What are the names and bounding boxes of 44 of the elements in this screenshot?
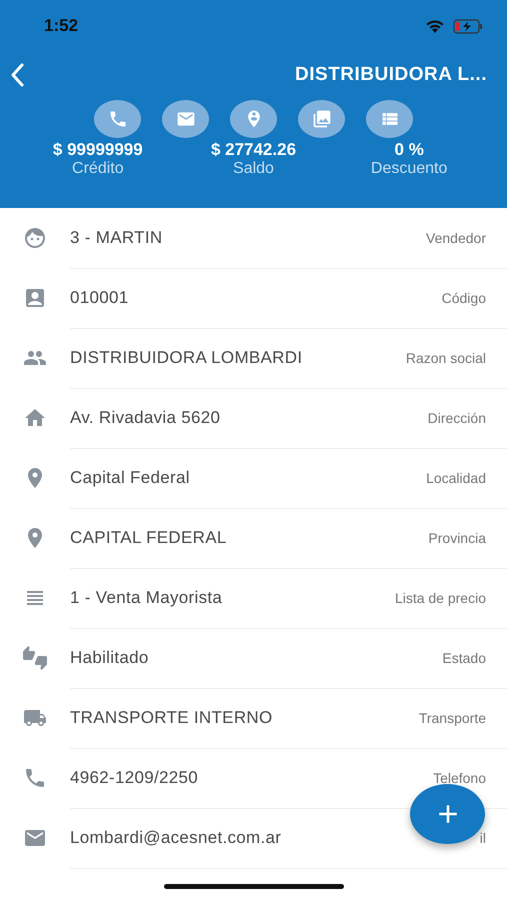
- wifi-icon: [425, 18, 445, 34]
- field-value: TRANSPORTE INTERNO: [70, 708, 272, 728]
- field-label: Localidad: [426, 470, 486, 486]
- field-value: Av. Rivadavia 5620: [70, 408, 220, 428]
- location-button[interactable]: [230, 100, 277, 138]
- summary-value: $ 99999999: [52, 140, 143, 160]
- field-value: DISTRIBUIDORA LOMBARDI: [70, 348, 302, 368]
- id-card-icon: [23, 286, 47, 310]
- summary-label: Descuento: [370, 160, 448, 178]
- summary-label: Crédito: [72, 160, 124, 178]
- page-title: DISTRIBUIDORA L...: [295, 64, 487, 86]
- mail-button[interactable]: [162, 100, 209, 138]
- field-label: Telefono: [433, 770, 486, 786]
- field-value: 3 - MARTIN: [70, 228, 162, 248]
- phone-button[interactable]: [94, 100, 141, 138]
- face-icon: [23, 226, 47, 250]
- summary-value: 0 %: [394, 140, 424, 160]
- field-label: Razon social: [406, 350, 486, 366]
- field-value: Capital Federal: [70, 468, 190, 488]
- field-label: Transporte: [418, 710, 486, 726]
- field-label: Lista de precio: [394, 590, 486, 606]
- summary-value: $ 27742.26: [210, 140, 296, 160]
- field-label: Vendedor: [426, 230, 486, 246]
- phone-icon: [23, 766, 47, 790]
- field-label: il: [480, 830, 486, 846]
- battery-icon: [453, 18, 483, 34]
- field-label: Provincia: [428, 530, 486, 546]
- back-button[interactable]: [10, 63, 24, 87]
- field-value: Lombardi@acesnet.com.ar: [70, 828, 282, 848]
- status-time: 1:52: [44, 16, 78, 36]
- add-button[interactable]: [410, 784, 485, 844]
- back-icon: [10, 63, 24, 87]
- phone-icon: [108, 109, 128, 129]
- field-label: Dirección: [428, 410, 486, 426]
- thumbs-up-down-icon: [23, 646, 47, 670]
- field-label: Estado: [442, 650, 486, 666]
- field-value: Habilitado: [70, 648, 149, 668]
- field-value: 010001: [70, 288, 129, 308]
- list-button[interactable]: [366, 100, 413, 138]
- field-value: 4962-1209/2250: [70, 768, 198, 788]
- field-label: Código: [442, 290, 486, 306]
- summary-label: Saldo: [233, 160, 274, 178]
- field-value: 1 - Venta Mayorista: [70, 588, 222, 608]
- field-value: CAPITAL FEDERAL: [70, 528, 227, 548]
